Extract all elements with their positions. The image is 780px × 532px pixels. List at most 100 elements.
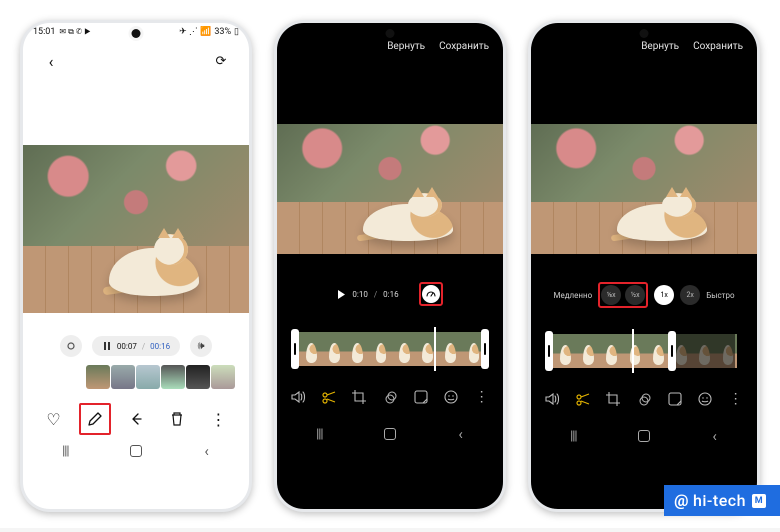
speed-eighth[interactable]: ⅛x [601,285,621,305]
phone-3: Вернуть Сохранить Медленно ⅛x ½x 1x 2x [528,20,760,512]
trim-handle-left[interactable] [545,331,553,371]
thumb[interactable] [86,365,110,389]
nav-home[interactable] [130,445,142,457]
timeline-frames [291,332,489,366]
speed-slow-label: Медленно [553,291,592,300]
video-frame [277,124,503,254]
auto-rotate-button[interactable]: ⟳ [205,45,237,77]
playback-bar: 00:07 / 00:16 🕪 [23,335,249,357]
nav-recents[interactable]: ||| [45,444,85,459]
playback-line: 0:10 / 0:16 [277,282,503,306]
emoji-icon [443,389,459,405]
nav-back[interactable]: ‹ [441,425,481,443]
nav-back[interactable]: ‹ [187,442,227,460]
decor-button[interactable] [664,388,686,410]
trim-handle-right[interactable] [481,329,489,369]
screen-gallery: 15:01 ✉︎ ⧉ ✆ ▶ ✈ ⋰ 📶 33% ▯ ‹ ⟳ [23,23,249,509]
revert-button[interactable]: Вернуть [641,41,679,52]
filter-button[interactable] [379,386,401,408]
editor-toolbar: ⋮ [531,388,757,410]
wm-badge: M [752,494,766,508]
timeline[interactable] [545,334,743,368]
playhead[interactable] [434,327,436,371]
header: ‹ ⟳ [23,39,249,81]
status-battery: 33% [214,27,231,37]
emoji-button[interactable] [440,386,462,408]
video-frame [23,145,249,313]
speed-selector: Медленно ⅛x ½x 1x 2x Быстро [531,282,757,308]
share-icon [128,411,144,427]
mute-button[interactable] [287,386,309,408]
save-button[interactable]: Сохранить [439,41,489,52]
status-time: 15:01 [33,27,55,37]
speed-button[interactable] [419,282,443,306]
play-pause-pill[interactable]: 00:07 / 00:16 [92,336,180,356]
video-frame [531,124,757,254]
nav-bar: ||| ‹ [23,437,249,465]
screen-editor-speed: Вернуть Сохранить Медленно ⅛x ½x 1x 2x [531,23,757,509]
play-icon [337,290,346,299]
capture-button[interactable] [60,335,82,357]
pencil-icon [87,411,103,427]
thumb[interactable] [111,365,135,389]
decor-button[interactable] [410,386,432,408]
trim-handle-left[interactable] [291,329,299,369]
trim-button[interactable] [318,386,340,408]
mute-button[interactable] [541,388,563,410]
thumbnail-strip[interactable] [23,365,249,389]
speed-one[interactable]: 1x [654,285,674,305]
playback-current: 00:07 [117,342,137,351]
edit-button[interactable] [79,403,111,435]
timeline-inactive [668,334,735,368]
more-button[interactable]: ⋮ [202,403,234,435]
crop-button[interactable] [348,386,370,408]
speed-fast-label: Быстро [706,291,734,300]
playhead[interactable] [632,329,634,373]
nav-home[interactable] [638,430,650,442]
revert-button[interactable]: Вернуть [387,41,425,52]
nav-recents[interactable]: ||| [299,427,339,442]
timeline[interactable] [291,332,489,366]
nav-bar: ||| ‹ [531,422,757,450]
speed-two[interactable]: 2x [680,285,700,305]
nav-home[interactable] [384,428,396,440]
editor-toolbar: ⋮ [277,386,503,408]
play-total: 0:16 [383,290,398,299]
play-button[interactable] [337,290,346,299]
emoji-button[interactable] [694,388,716,410]
speaker-icon [290,389,306,405]
nav-back[interactable]: ‹ [695,427,735,445]
video-viewport[interactable] [23,145,249,313]
video-viewport[interactable] [531,124,757,254]
save-button[interactable]: Сохранить [693,41,743,52]
sticker-icon [413,389,429,405]
trim-handle-right[interactable] [668,331,676,371]
back-button[interactable]: ‹ [35,45,67,77]
volume-button[interactable]: 🕪 [190,335,212,357]
status-left-icons: ✉︎ ⧉ ✆ ▶ [59,27,90,37]
action-bar: ♡ ⋮ [23,389,249,437]
speed-half[interactable]: ½x [625,285,645,305]
thumb[interactable] [136,365,160,389]
delete-button[interactable] [161,403,193,435]
status-right-icons: ✈ ⋰ 📶 [179,27,211,37]
favorite-button[interactable]: ♡ [38,403,70,435]
wm-text: hi-tech [693,491,746,510]
trash-icon [170,411,184,427]
speed-highlight: ⅛x ½x [598,282,648,308]
nav-bar: ||| ‹ [277,420,503,448]
thumb[interactable] [161,365,185,389]
crop-button[interactable] [602,388,624,410]
share-button[interactable] [120,403,152,435]
watermark: @ hi-tech M [664,485,780,516]
more-button[interactable]: ⋮ [725,388,747,410]
filter-button[interactable] [633,388,655,410]
more-button[interactable]: ⋮ [471,386,493,408]
thumb[interactable] [186,365,210,389]
screen-editor-playback: Вернуть Сохранить 0:10 / 0:16 [277,23,503,509]
video-viewport[interactable] [277,124,503,254]
nav-recents[interactable]: ||| [553,429,593,444]
trim-button[interactable] [572,388,594,410]
thumb[interactable] [211,365,235,389]
status-right: ✈ ⋰ 📶 33% ▯ [176,27,239,37]
